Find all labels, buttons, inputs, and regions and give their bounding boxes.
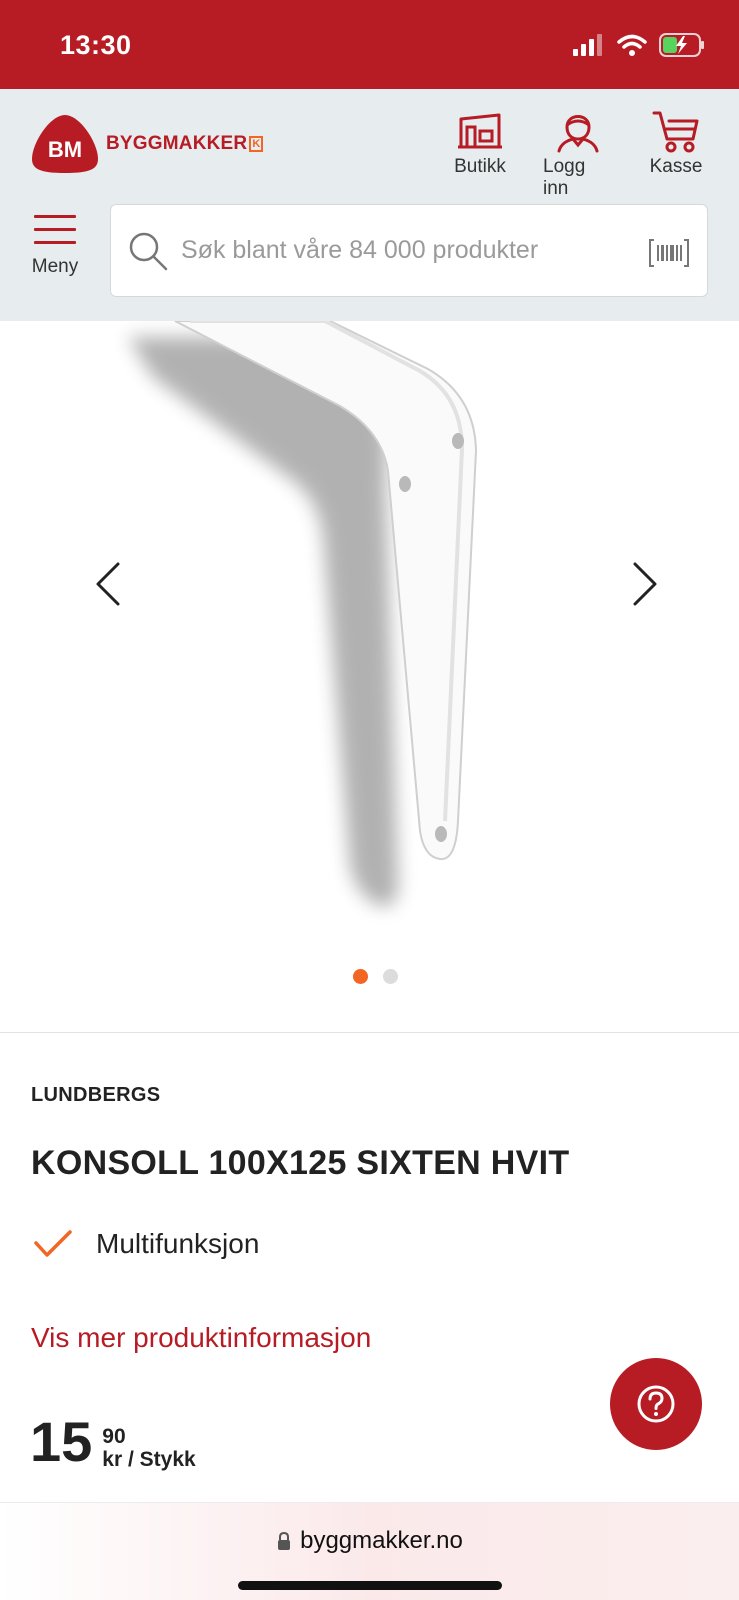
wifi-icon — [617, 34, 647, 56]
nav-butikk[interactable]: Butikk — [445, 107, 515, 200]
menu-hamburger-icon — [34, 215, 76, 218]
product-price: 15 90 kr / Stykk — [30, 1412, 196, 1472]
logo-badge-icon: BM — [32, 115, 98, 173]
price-unit: kr / Stykk — [102, 1448, 196, 1471]
more-product-info-link[interactable]: Vis mer produktinformasjon — [31, 1322, 371, 1354]
status-bar: 13:30 — [0, 0, 739, 89]
user-icon — [557, 115, 599, 153]
search-box[interactable] — [110, 204, 708, 297]
cart-icon — [652, 111, 699, 153]
menu-label: Meny — [31, 256, 79, 277]
nav-logg-inn[interactable]: Logg inn — [543, 107, 613, 200]
checkmark-icon — [34, 1230, 72, 1257]
site-header: BM BYGGMAKKER K Butikk Logg inn Kasse Me… — [0, 89, 739, 321]
help-button[interactable] — [610, 1358, 702, 1450]
signal-icon — [573, 34, 602, 56]
logo-badge-text: BM — [48, 137, 82, 162]
product-title: KONSOLL 100X125 SIXTEN HVIT — [31, 1144, 570, 1182]
url-text: byggmakker.no — [300, 1527, 463, 1554]
top-nav: Butikk Logg inn Kasse — [445, 107, 711, 200]
gallery-dots — [353, 969, 398, 984]
nav-butikk-label: Butikk — [454, 156, 506, 177]
search-input[interactable] — [181, 236, 621, 265]
byggmakker-logo[interactable]: BM BYGGMAKKER K — [30, 113, 264, 175]
product-gallery[interactable] — [0, 321, 739, 1031]
store-icon — [458, 113, 502, 149]
product-feature: Multifunksjon — [34, 1228, 259, 1260]
status-icons — [573, 33, 705, 57]
gallery-next-arrow-icon[interactable] — [625, 554, 665, 614]
battery-icon — [659, 33, 704, 57]
gallery-dot-2[interactable] — [383, 969, 398, 984]
nav-kasse[interactable]: Kasse — [641, 107, 711, 200]
divider — [0, 1032, 739, 1033]
logo-text: BYGGMAKKER — [106, 133, 248, 154]
feature-text: Multifunksjon — [96, 1228, 260, 1259]
price-main: 15 — [30, 1410, 93, 1473]
status-time: 13:30 — [60, 30, 132, 60]
product-image — [128, 321, 478, 907]
gallery-dot-1[interactable] — [353, 969, 368, 984]
nav-logg-inn-label: Logg inn — [543, 156, 586, 199]
browser-bottom-bar: byggmakker.no — [0, 1502, 739, 1600]
price-decimals: 90 — [102, 1425, 126, 1448]
product-brand[interactable]: LUNDBERGS — [31, 1084, 160, 1107]
home-indicator[interactable] — [238, 1581, 502, 1590]
question-mark-icon — [637, 1385, 675, 1423]
address-bar[interactable]: byggmakker.no — [0, 1527, 739, 1555]
lock-icon — [278, 1531, 291, 1550]
menu-button[interactable]: Meny — [30, 215, 80, 278]
gallery-prev-arrow-icon[interactable] — [88, 554, 128, 614]
nav-kasse-label: Kasse — [649, 156, 703, 177]
search-icon — [129, 232, 168, 270]
logo-suffix: K — [249, 136, 264, 152]
barcode-scanner-icon[interactable] — [649, 239, 689, 267]
